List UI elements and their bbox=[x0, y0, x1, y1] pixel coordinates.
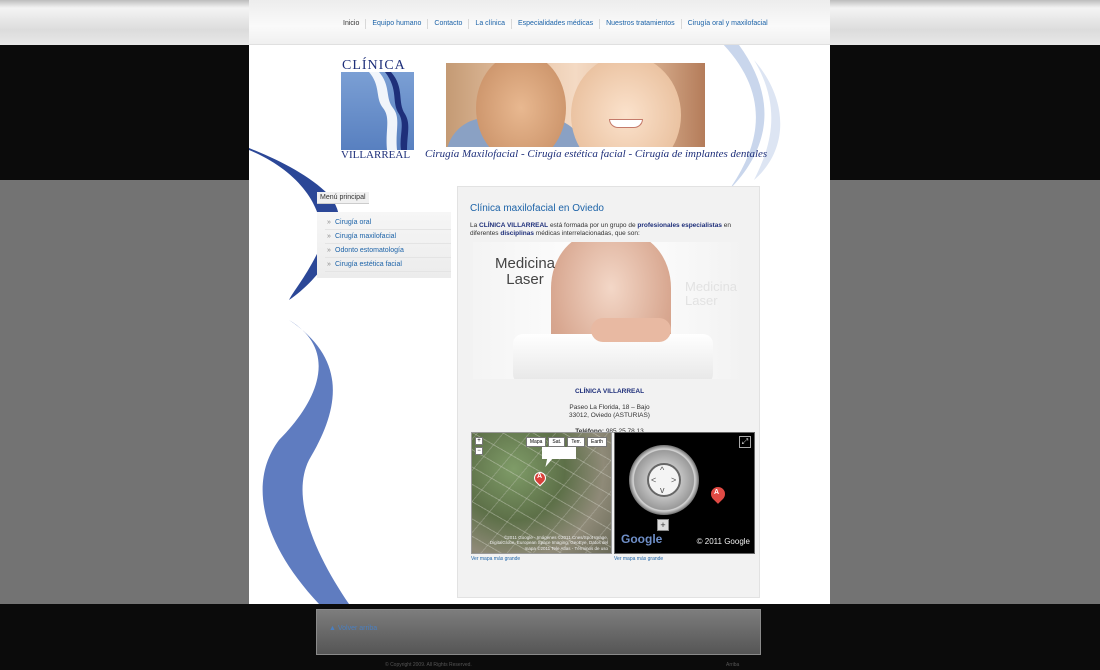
footer-right-link[interactable]: Arriba bbox=[726, 662, 739, 668]
menu-item-cirugia-oral[interactable]: Cirugía oral bbox=[325, 216, 451, 230]
logo-text-bottom: VILLARREAL bbox=[341, 149, 411, 161]
page-container: Inicio Equipo humano Contacto La clínica… bbox=[249, 0, 830, 604]
pan-down-icon[interactable]: v bbox=[660, 485, 665, 495]
main-content: Clínica maxilofacial en Oviedo La CLÍNIC… bbox=[457, 186, 760, 598]
intro-text: está formada por un grupo de bbox=[548, 222, 638, 229]
pan-up-icon[interactable]: ^ bbox=[660, 465, 664, 475]
back-to-top-label: Volver arriba bbox=[337, 625, 378, 632]
map-type-terr-button[interactable]: Terr. bbox=[567, 437, 586, 447]
nav-item-cirugia-oral-maxilofacial[interactable]: Cirugía oral y maxilofacial bbox=[682, 19, 774, 29]
street-marker-label: A bbox=[714, 489, 720, 496]
map-zoom-controls: + − bbox=[475, 437, 483, 455]
laser-watermark-line: Laser bbox=[685, 293, 718, 308]
intro-text: La bbox=[470, 222, 480, 229]
intro-bold: disciplinas bbox=[500, 230, 534, 237]
map-type-mapa-button[interactable]: Mapa bbox=[525, 437, 547, 447]
satellite-map[interactable]: + − Mapa Sat. Terr. Earth A ©2011 Google… bbox=[471, 432, 612, 554]
main-menu: Menú principal Cirugía oral Cirugía maxi… bbox=[317, 186, 451, 278]
map-zoom-out-button[interactable]: − bbox=[475, 447, 483, 455]
intro-brand: CLÍNICA VILLARREAL bbox=[479, 222, 549, 229]
laser-caption-line: Medicina bbox=[494, 255, 556, 272]
street-view-compass-icon[interactable]: ^ v < > bbox=[629, 445, 699, 515]
logo-face-graphic bbox=[341, 72, 414, 150]
map-zoom-in-button[interactable]: + bbox=[475, 437, 483, 445]
menu-item-cirugia-estetica-facial[interactable]: Cirugía estética facial bbox=[325, 258, 451, 272]
street-copyright: © 2011 Google bbox=[696, 537, 750, 546]
intro-text: médicas interrelacionadas, que son: bbox=[533, 230, 640, 237]
nav-item-tratamientos[interactable]: Nuestros tratamientos bbox=[600, 19, 682, 29]
article-title[interactable]: Clínica maxilofacial en Oviedo bbox=[470, 203, 604, 214]
street-zoom-icon[interactable]: + bbox=[657, 519, 669, 531]
footer-box: ▲ Volver arriba bbox=[316, 609, 761, 655]
address-line: Paseo La Florida, 18 – Bajo bbox=[569, 404, 650, 411]
laser-caption: Medicina Laser bbox=[480, 256, 570, 288]
clinic-name: CLÍNICA VILLARREAL bbox=[574, 388, 645, 395]
article-intro: La CLÍNICA VILLARREAL está formada por u… bbox=[470, 222, 750, 238]
back-to-top-link[interactable]: ▲ Volver arriba bbox=[329, 625, 377, 632]
footer-copyright: © Copyright 2009. All Rights Reserved. bbox=[385, 662, 472, 668]
map-marker-label: A bbox=[537, 473, 543, 480]
laser-medicine-banner[interactable]: Medicina Laser Medicina Laser bbox=[473, 242, 745, 379]
laser-watermark-line: Medicina bbox=[685, 279, 738, 294]
fullscreen-icon[interactable]: ⤢ bbox=[739, 436, 751, 448]
header-tagline: Cirugía Maxilofacial - Cirugía estética … bbox=[425, 148, 768, 160]
larger-map-link-1[interactable]: Ver mapa más grande bbox=[471, 556, 520, 562]
intro-bold: profesionales especialistas bbox=[637, 222, 722, 229]
hero-photo-couple bbox=[446, 63, 705, 147]
map-type-sat-button[interactable]: Sat. bbox=[548, 437, 566, 447]
laser-caption-watermark: Medicina Laser bbox=[685, 280, 737, 308]
map-copyright: ©2011 Google - Imágenes ©2011 Cnes/Spot … bbox=[489, 534, 608, 551]
larger-map-link-2[interactable]: Ver mapa más grande bbox=[614, 556, 663, 562]
nav-item-contacto[interactable]: Contacto bbox=[428, 19, 470, 29]
clinic-logo[interactable]: CLÍNICA VILLARREAL bbox=[340, 58, 416, 162]
google-logo: Google bbox=[621, 532, 663, 546]
street-view[interactable]: ^ v < > ⤢ A + Google © 2011 Google bbox=[614, 432, 755, 554]
laser-caption-line: Laser bbox=[506, 271, 544, 288]
map-type-buttons: Mapa Sat. Terr. Earth bbox=[525, 437, 607, 447]
nav-item-la-clinica[interactable]: La clínica bbox=[469, 19, 512, 29]
menu-item-cirugia-maxilofacial[interactable]: Cirugía maxilofacial bbox=[325, 230, 451, 244]
clinic-address: CLÍNICA VILLARREAL Paseo La Florida, 18 … bbox=[458, 388, 761, 436]
nav-item-equipo-humano[interactable]: Equipo humano bbox=[366, 19, 429, 29]
address-line: 33012, Oviedo (ASTURIAS) bbox=[569, 412, 650, 419]
nav-item-especialidades[interactable]: Especialidades médicas bbox=[512, 19, 601, 29]
map-type-earth-button[interactable]: Earth bbox=[587, 437, 607, 447]
pan-left-icon[interactable]: < bbox=[651, 475, 656, 485]
nav-item-inicio[interactable]: Inicio bbox=[337, 19, 367, 29]
top-navigation: Inicio Equipo humano Contacto La clínica… bbox=[249, 0, 830, 45]
pan-right-icon[interactable]: > bbox=[671, 475, 676, 485]
menu-item-odonto-estomatologia[interactable]: Odonto estomatología bbox=[325, 244, 451, 258]
main-menu-title: Menú principal bbox=[317, 192, 369, 204]
